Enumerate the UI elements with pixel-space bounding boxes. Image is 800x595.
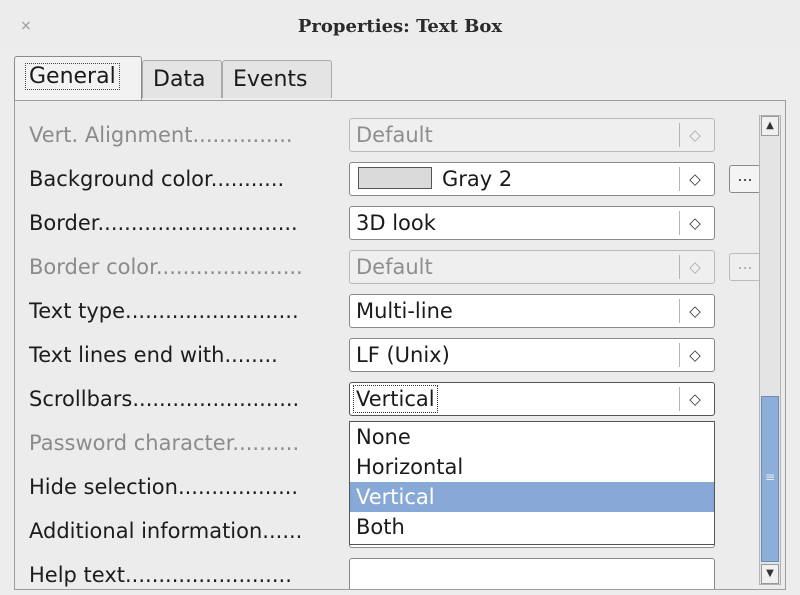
option-vertical[interactable]: Vertical — [350, 482, 714, 512]
window-title: Properties: Text Box — [297, 16, 503, 37]
general-properties-panel: Vert. Alignment............... Default ◇… — [14, 100, 786, 590]
vert-alignment-label: Vert. Alignment............... — [29, 123, 293, 147]
spin-updown-icon: ◇ — [679, 123, 710, 147]
vert-alignment-value: Default — [356, 123, 433, 147]
spin-updown-icon: ◇ — [679, 167, 710, 191]
scroll-thumb[interactable]: ≡ — [761, 396, 779, 562]
additional-information-label: Additional information...... — [29, 519, 303, 543]
spin-updown-icon: ◇ — [679, 255, 710, 279]
scrollbars-dropdown-list: None Horizontal Vertical Both — [349, 421, 715, 545]
tab-data-label: Data — [153, 67, 206, 92]
scrollbars-value: Vertical — [353, 385, 438, 413]
row-text-type: Text type.......................... Mult… — [15, 289, 775, 333]
border-color-label: Border color...................... — [29, 255, 303, 279]
border-select[interactable]: 3D look ◇ — [349, 206, 715, 240]
spin-updown-icon: ◇ — [679, 299, 710, 323]
text-type-label: Text type.......................... — [29, 299, 299, 323]
spin-updown-icon: ◇ — [679, 343, 710, 367]
row-vert-alignment: Vert. Alignment............... Default ◇ — [15, 113, 775, 157]
option-horizontal[interactable]: Horizontal — [350, 452, 714, 482]
background-color-value: Gray 2 — [442, 167, 513, 191]
background-color-select[interactable]: Gray 2 ◇ — [349, 162, 715, 196]
vertical-scrollbar[interactable]: ▲ ≡ ▼ — [759, 115, 781, 585]
tab-events-label: Events — [233, 67, 308, 92]
scrollbars-select[interactable]: Vertical ◇ — [349, 382, 715, 416]
background-color-display: Gray 2 — [358, 163, 512, 195]
text-lines-end-label: Text lines end with........ — [29, 343, 278, 367]
grip-icon: ≡ — [764, 470, 776, 484]
tab-general[interactable]: General — [14, 56, 142, 102]
spin-updown-icon: ◇ — [679, 387, 710, 411]
hide-selection-label: Hide selection.................. — [29, 475, 299, 499]
row-text-lines-end: Text lines end with........ LF (Unix) ◇ — [15, 333, 775, 377]
row-help-text: Help text......................... — [15, 553, 775, 589]
vert-alignment-select[interactable]: Default ◇ — [349, 118, 715, 152]
row-border-color: Border color...................... Defau… — [15, 245, 775, 289]
background-color-more-button[interactable]: ... — [729, 165, 761, 193]
option-none[interactable]: None — [350, 422, 714, 452]
tab-general-label: General — [25, 63, 120, 90]
text-type-value: Multi-line — [356, 299, 453, 323]
color-swatch — [358, 167, 432, 189]
border-label: Border.............................. — [29, 211, 298, 235]
title-bar: × Properties: Text Box — [0, 0, 800, 50]
tab-data[interactable]: Data — [142, 60, 222, 98]
help-text-label: Help text......................... — [29, 563, 292, 587]
scrollbars-label: Scrollbars......................... — [29, 387, 300, 411]
border-value: 3D look — [356, 211, 436, 235]
border-color-more-button[interactable]: ... — [729, 253, 761, 281]
password-character-label: Password character.......... — [29, 431, 300, 455]
chevron-down-icon[interactable]: ▼ — [761, 564, 779, 584]
text-lines-end-value: LF (Unix) — [356, 343, 450, 367]
option-both[interactable]: Both — [350, 512, 714, 542]
tab-events[interactable]: Events — [222, 60, 332, 98]
row-scrollbars: Scrollbars......................... Vert… — [15, 377, 775, 421]
border-color-select[interactable]: Default ◇ — [349, 250, 715, 284]
help-text-input[interactable] — [349, 558, 715, 589]
background-color-label: Background color........... — [29, 167, 285, 191]
chevron-up-icon[interactable]: ▲ — [761, 116, 779, 136]
text-lines-end-select[interactable]: LF (Unix) ◇ — [349, 338, 715, 372]
spin-updown-icon: ◇ — [679, 211, 710, 235]
row-border: Border.............................. 3D … — [15, 201, 775, 245]
text-type-select[interactable]: Multi-line ◇ — [349, 294, 715, 328]
border-color-value: Default — [356, 255, 433, 279]
row-background-color: Background color........... Gray 2 ◇ ... — [15, 157, 775, 201]
